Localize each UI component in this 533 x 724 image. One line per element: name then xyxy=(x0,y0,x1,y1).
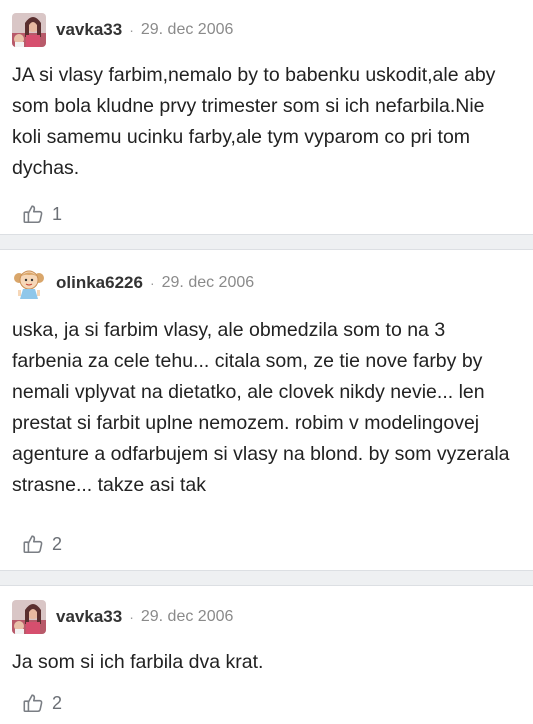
thumbs-up-icon xyxy=(23,694,43,713)
comment-divider xyxy=(0,234,533,250)
thumbs-up-icon xyxy=(23,205,43,224)
comment-header: olinka6226 · 29. dec 2006 xyxy=(12,266,254,300)
like-button[interactable]: 2 xyxy=(22,533,62,555)
comment-item: vavka33 · 29. dec 2006 JA si vlasy farbi… xyxy=(0,0,533,234)
comment-item: olinka6226 · 29. dec 2006 uska, ja si fa… xyxy=(0,250,533,570)
comment-text: Ja som si ich farbila dva krat. xyxy=(12,651,264,673)
comment-author[interactable]: vavka33 xyxy=(56,607,122,627)
like-button[interactable]: 2 xyxy=(22,692,62,714)
meta-separator: · xyxy=(149,275,155,291)
comment-date: 29. dec 2006 xyxy=(140,21,234,38)
comment-text: JA si vlasy farbim,nemalo by to babenku … xyxy=(12,64,496,179)
meta-separator: · xyxy=(129,609,134,625)
comment-header: vavka33 · 29. dec 2006 xyxy=(12,600,233,634)
user-photo-avatar[interactable] xyxy=(12,13,46,47)
like-count: 2 xyxy=(52,692,63,713)
comment-author[interactable]: vavka33 xyxy=(56,20,122,40)
cartoon-girl-avatar[interactable] xyxy=(12,266,46,300)
like-count: 2 xyxy=(52,533,63,554)
user-photo-avatar[interactable] xyxy=(12,600,46,634)
comment-header: vavka33 · 29. dec 2006 xyxy=(12,13,233,47)
thumbs-up-icon xyxy=(23,535,43,554)
meta-separator: · xyxy=(129,22,134,38)
comment-item: vavka33 · 29. dec 2006 Ja som si ich far… xyxy=(0,586,533,724)
like-count: 1 xyxy=(52,203,63,224)
comment-date: 29. dec 2006 xyxy=(140,608,234,625)
comment-date: 29. dec 2006 xyxy=(161,274,255,291)
comment-divider xyxy=(0,570,533,586)
comment-author[interactable]: olinka6226 xyxy=(56,273,143,293)
comment-text: uska, ja si farbim vlasy, ale obmedzila … xyxy=(12,319,510,496)
like-button[interactable]: 1 xyxy=(22,203,62,225)
